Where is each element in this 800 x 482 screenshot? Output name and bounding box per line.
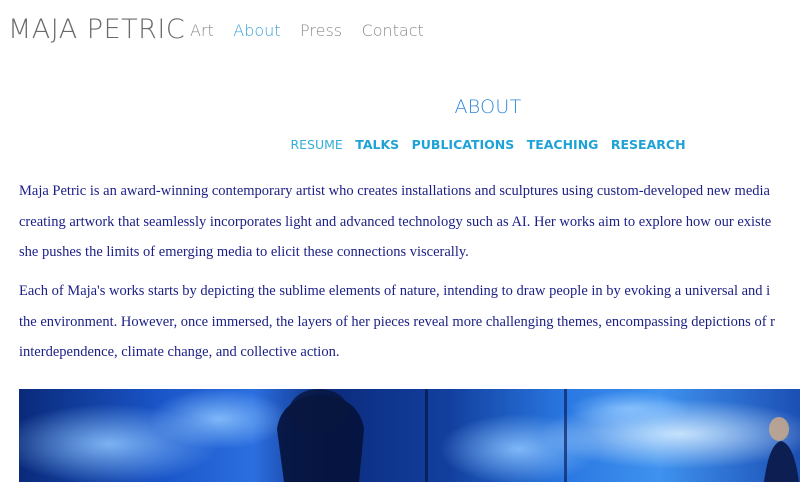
subnav-resume[interactable]: RESUME: [290, 137, 342, 152]
nav-item-art[interactable]: Art: [190, 21, 214, 40]
about-subnav: RESUME TALKS PUBLICATIONS TEACHING RESEA…: [0, 136, 800, 154]
bio-paragraph-2: Each of Maja's works starts by depicting…: [19, 276, 800, 368]
subnav-publications[interactable]: PUBLICATIONS: [412, 137, 515, 152]
bio-paragraph-1-line: she pushes the limits of emerging media …: [19, 244, 469, 260]
subnav-teaching[interactable]: TEACHING: [527, 137, 599, 152]
bio-paragraph-1: Maja Petric is an award-winning contempo…: [19, 176, 800, 268]
artwork-banner-image: [19, 389, 800, 482]
nav-item-about[interactable]: About: [233, 21, 280, 40]
site-header: MAJA PETRIC Art About Press Contact: [0, 0, 800, 64]
bio-paragraph-1-line: creating artwork that seamlessly incorpo…: [19, 213, 772, 230]
subnav-research[interactable]: RESEARCH: [611, 137, 686, 152]
nav-item-press[interactable]: Press: [300, 21, 342, 40]
bio-paragraph-2-line: Each of Maja's works starts by depicting…: [19, 283, 771, 299]
nav-item-contact[interactable]: Contact: [362, 21, 424, 40]
bio-paragraph-1-line: Maja Petric is an award-winning contempo…: [19, 183, 770, 199]
site-logo[interactable]: MAJA PETRIC: [8, 14, 185, 45]
bio-paragraph-2-line: interdependence, climate change, and col…: [19, 344, 340, 360]
bio-paragraph-2-line: the environment. However, once immersed,…: [19, 313, 775, 330]
artwork-banner-graphic: [19, 389, 800, 482]
subnav-talks[interactable]: TALKS: [355, 137, 399, 152]
page-title: ABOUT: [454, 96, 522, 118]
main-nav: Art About Press Contact: [190, 21, 439, 41]
